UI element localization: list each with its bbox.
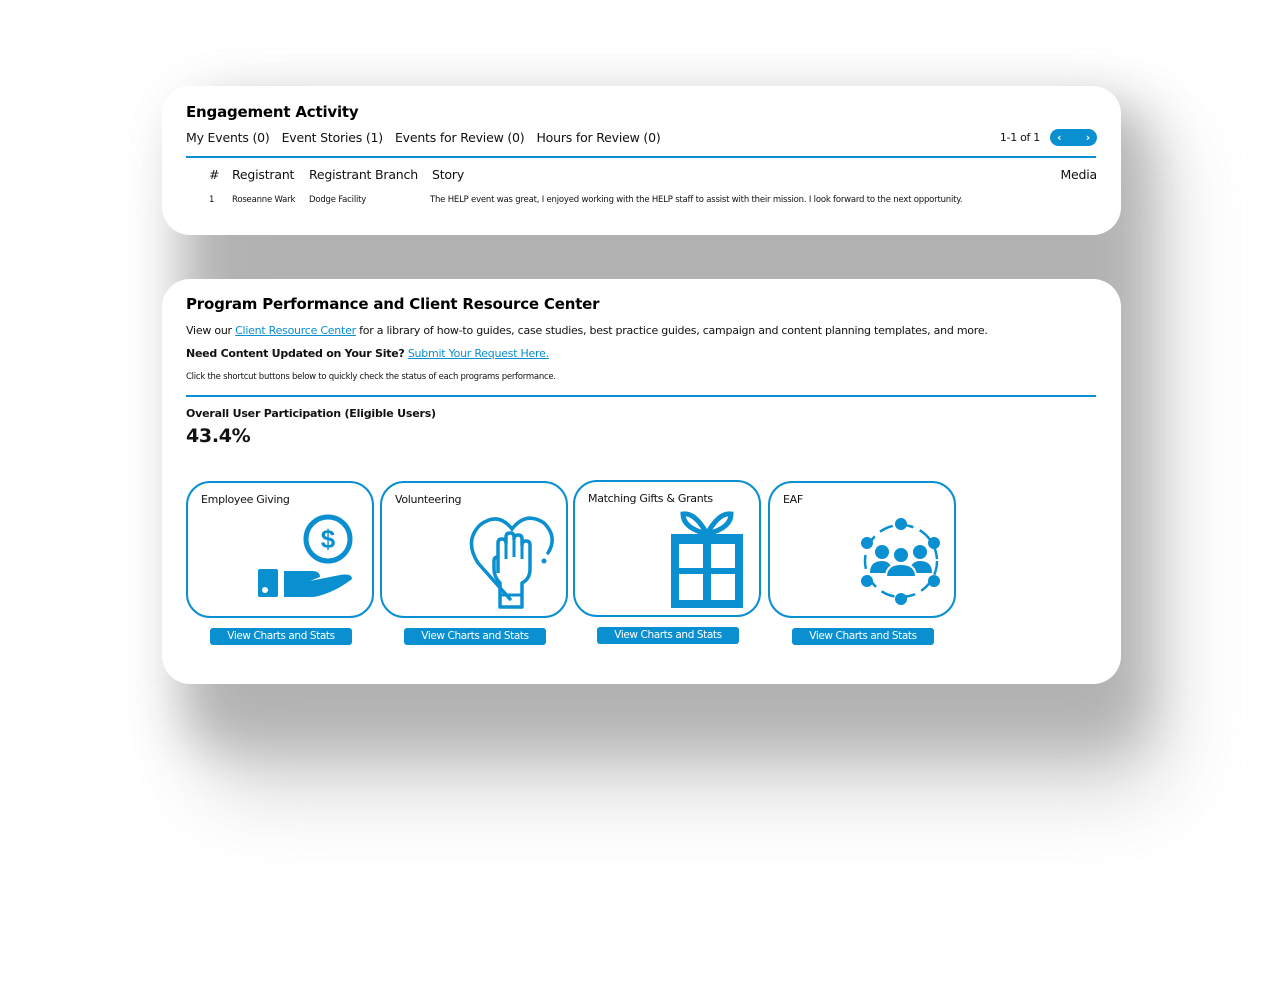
card-title: Program Performance and Client Resource … <box>186 295 600 313</box>
participation-value: 43.4% <box>186 425 251 447</box>
column-header-registrant: Registrant <box>232 167 295 182</box>
tab-events-for-review[interactable]: Events for Review (0) <box>395 130 525 145</box>
participation-label: Overall User Participation (Eligible Use… <box>186 407 436 420</box>
view-charts-matching-gifts-button[interactable]: View Charts and Stats <box>597 627 739 644</box>
chevron-right-icon[interactable]: › <box>1086 132 1091 143</box>
tile-label: Volunteering <box>395 493 462 506</box>
program-performance-card: Program Performance and Client Resource … <box>162 279 1121 684</box>
divider <box>186 395 1096 397</box>
tile-label: EAF <box>783 493 803 506</box>
column-header-story: Story <box>432 167 465 182</box>
card-title: Engagement Activity <box>186 103 359 121</box>
view-charts-volunteering-button[interactable]: View Charts and Stats <box>404 628 546 645</box>
shortcut-note: Click the shortcut buttons below to quic… <box>186 372 556 382</box>
submit-request-link[interactable]: Submit Your Request Here. <box>408 347 549 360</box>
tile-label: Employee Giving <box>201 493 290 506</box>
pagination-range: 1-1 of 1 <box>999 131 1040 144</box>
tab-hours-for-review[interactable]: Hours for Review (0) <box>536 130 660 145</box>
tile-volunteering[interactable]: Volunteering <box>380 481 568 618</box>
engagement-activity-card: Engagement Activity My Events (0) Event … <box>162 86 1121 235</box>
cell-branch: Dodge Facility <box>309 195 367 205</box>
pagination: 1-1 of 1 ‹ › <box>1000 129 1097 146</box>
intro-prefix: View our <box>186 324 236 337</box>
tile-eaf[interactable]: EAF <box>768 481 956 618</box>
column-header-media: Media <box>1060 167 1097 182</box>
svg-text:$: $ <box>321 524 336 554</box>
cell-story: The HELP event was great, I enjoyed work… <box>430 195 963 205</box>
hand-coin-icon: $ <box>258 514 353 597</box>
intro-suffix: for a library of how-to guides, case stu… <box>355 324 988 337</box>
view-charts-employee-giving-button[interactable]: View Charts and Stats <box>210 628 352 645</box>
tile-employee-giving[interactable]: Employee Giving $ <box>186 481 374 618</box>
column-header-number: # <box>209 167 220 182</box>
tile-matching-gifts-grants[interactable]: Matching Gifts & Grants <box>573 480 761 617</box>
engagement-tabs: My Events (0) Event Stories (1) Events f… <box>186 130 661 145</box>
column-header-branch: Registrant Branch <box>309 167 418 182</box>
update-question: Need Content Updated on Your Site? <box>186 347 405 360</box>
client-resource-center-link[interactable]: Client Resource Center <box>235 324 356 337</box>
tab-event-stories[interactable]: Event Stories (1) <box>282 130 384 145</box>
chevron-left-icon[interactable]: ‹ <box>1057 132 1062 143</box>
cell-number: 1 <box>209 195 215 205</box>
cell-registrant: Roseanne Wark <box>232 195 296 205</box>
gift-icon <box>671 511 743 608</box>
intro-text: View our Client Resource Center for a li… <box>186 324 988 337</box>
tile-label: Matching Gifts & Grants <box>588 492 713 505</box>
update-request-text: Need Content Updated on Your Site? Submi… <box>186 347 549 360</box>
heart-hand-icon <box>469 516 554 609</box>
people-network-icon <box>861 518 940 605</box>
divider <box>186 156 1096 158</box>
view-charts-eaf-button[interactable]: View Charts and Stats <box>792 628 934 645</box>
tab-my-events[interactable]: My Events (0) <box>186 130 270 145</box>
pagination-buttons: ‹ › <box>1050 129 1097 146</box>
